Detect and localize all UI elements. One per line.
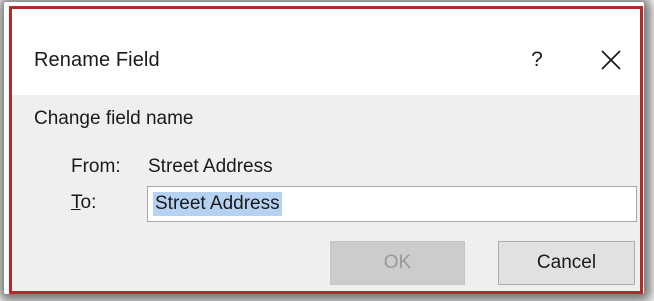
help-button[interactable]: ? [522,43,552,77]
to-label: To: [71,192,96,214]
screenshot-canvas: Rename Field ? Change field name From: S… [0,0,654,301]
close-icon [601,50,621,70]
to-label-rest: o: [80,192,97,213]
title-bar[interactable]: Rename Field ? [12,9,640,95]
rename-field-dialog: Rename Field ? Change field name From: S… [9,6,643,294]
dialog-title: Rename Field [34,49,160,71]
to-field-input[interactable]: Street Address [147,186,637,222]
section-label: Change field name [34,108,194,129]
from-value: Street Address [148,156,273,177]
from-label: From: [71,156,121,177]
to-field-selected-text: Street Address [153,192,282,216]
to-label-mnemonic: T [71,192,81,213]
cancel-button[interactable]: Cancel [498,241,635,285]
ok-button[interactable]: OK [330,241,465,285]
close-button[interactable] [596,45,626,75]
